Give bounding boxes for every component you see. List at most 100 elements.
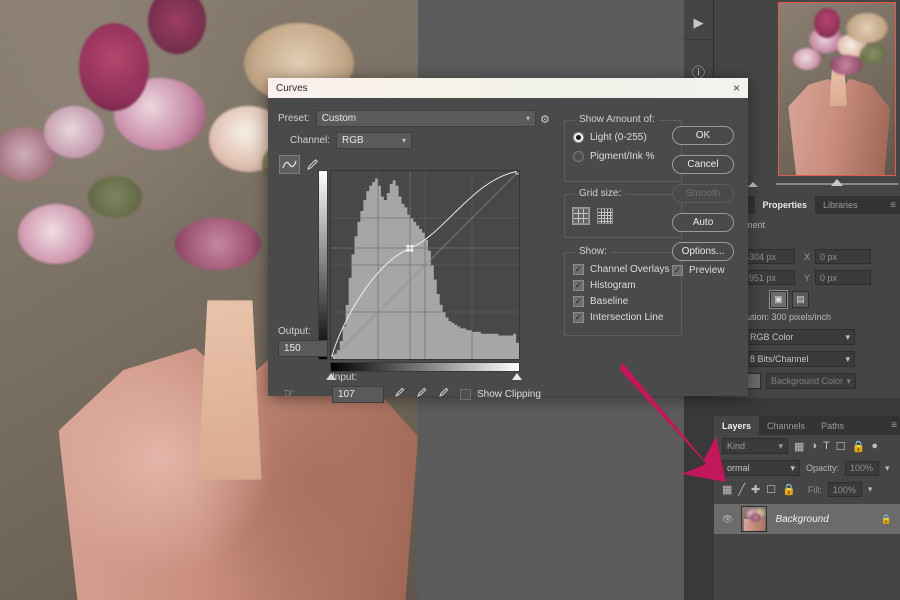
checkbox-channel-overlays[interactable]: ✓ Channel Overlays (573, 264, 681, 275)
navigator-zoom-slider[interactable] (748, 176, 900, 192)
navigator-thumbnail[interactable] (778, 2, 896, 176)
fill-type-select[interactable]: Background Color ▾ (766, 373, 856, 389)
output-field[interactable]: 150 (278, 340, 328, 357)
eyedropper-gray-point-icon[interactable] (416, 385, 428, 403)
grid-size-title: Grid size: (575, 188, 626, 199)
grid-fine-icon[interactable] (597, 208, 613, 224)
blend-mode-value: ormal (727, 463, 750, 473)
intersection-line (331, 171, 519, 359)
show-amount-group: Show Amount of: Light (0-255) Pigment/In… (564, 114, 682, 182)
layer-filter-row: Kind ▾ ▦ ◑ T ☐ 🔒 ● (714, 435, 900, 457)
tab-libraries[interactable]: Libraries (815, 196, 866, 214)
fill-field[interactable]: 100% (827, 482, 862, 497)
input-field[interactable]: 107 (332, 385, 384, 403)
lock-all-icon[interactable]: 🔒 (782, 483, 796, 496)
radio-pigment-icon (573, 151, 584, 162)
opacity-label: Opacity: (806, 463, 840, 473)
tab-channels[interactable]: Channels (759, 416, 813, 435)
radio-light-icon (573, 132, 584, 143)
grid-coarse-icon[interactable] (572, 207, 590, 225)
grid-size-group: Grid size: (564, 188, 682, 238)
show-clipping-checkbox[interactable]: ✓ (460, 388, 471, 400)
radio-light-label: Light (0-255) (590, 132, 647, 143)
layer-kind-filter[interactable]: Kind ▾ (722, 438, 788, 454)
checkbox-preview-icon: ✓ (672, 265, 683, 276)
zoom-slider-handle[interactable] (831, 179, 843, 186)
lock-artboard-icon[interactable]: ☐ (766, 483, 776, 496)
checkbox-channel-overlays-label: Channel Overlays (590, 264, 670, 275)
lock-fill-row: ▦ ╱ ✚ ☐ 🔒 Fill: 100% ▾ (714, 479, 900, 500)
landscape-orientation-icon[interactable]: ▤ (792, 291, 809, 308)
curve-tool-icon[interactable] (279, 155, 300, 174)
color-mode-value: RGB Color (750, 332, 794, 342)
close-icon[interactable]: × (733, 81, 740, 95)
x-label: X (803, 251, 810, 262)
radio-light[interactable]: Light (0-255) (573, 132, 673, 143)
eyedropper-black-point-icon[interactable] (394, 385, 406, 403)
pixel-filter-icon[interactable]: ▦ (794, 440, 804, 453)
radio-pigment[interactable]: Pigment/Ink % (573, 151, 673, 162)
dialog-titlebar: Curves × (268, 78, 748, 98)
lock-icon[interactable]: 🔒 (881, 514, 892, 525)
portrait-orientation-icon[interactable]: ▣ (769, 290, 788, 309)
channel-label: Channel: (290, 135, 331, 146)
smooth-button[interactable]: Smooth (672, 184, 734, 203)
type-filter-icon[interactable]: T (823, 440, 830, 452)
options-button[interactable]: Options... (672, 242, 734, 261)
ok-button[interactable]: OK (672, 126, 734, 145)
checkbox-histogram-icon: ✓ (573, 280, 584, 291)
channel-select[interactable]: RGB ▾ (336, 132, 413, 149)
curve-graph[interactable] (330, 170, 520, 360)
checkbox-intersection-line-icon: ✓ (573, 312, 584, 323)
table-row[interactable]: 👁 Background 🔒 (714, 504, 900, 534)
chevron-down-icon[interactable]: ▾ (885, 463, 890, 474)
curve-graph-canvas[interactable] (330, 170, 520, 360)
adjustment-filter-icon[interactable]: ◑ (810, 440, 817, 452)
checkbox-histogram[interactable]: ✓ Histogram (573, 280, 681, 291)
opacity-field[interactable]: 100% (845, 460, 880, 476)
curves-dialog[interactable]: Curves × Preset: Custom ▾ ⚙ Channel: RGB… (268, 78, 748, 403)
y-field[interactable]: 0 px (815, 270, 871, 285)
zoom-out-icon[interactable] (748, 181, 758, 187)
auto-button[interactable]: Auto (672, 213, 734, 232)
x-field[interactable]: 0 px (815, 249, 871, 264)
lock-image-icon[interactable]: ╱ (738, 483, 745, 496)
chevron-down-icon: ▾ (778, 440, 783, 451)
targeted-adjustment-icon[interactable]: ☞ (284, 386, 295, 400)
panel-menu-icon[interactable]: ≡ (890, 196, 900, 214)
lock-transparency-icon[interactable]: ▦ (722, 483, 732, 496)
tab-layers[interactable]: Layers (714, 416, 760, 435)
gear-icon[interactable]: ⚙ (540, 113, 550, 126)
cancel-button[interactable]: Cancel (672, 155, 734, 174)
checkbox-intersection-line[interactable]: ✓ Intersection Line (573, 312, 681, 323)
checkbox-histogram-label: Histogram (590, 280, 636, 291)
tab-paths[interactable]: Paths (813, 416, 852, 435)
checkbox-preview-label: Preview (689, 265, 725, 276)
layer-kind-label: Kind (727, 441, 746, 451)
checkbox-preview[interactable]: ✓ Preview (672, 265, 725, 276)
play-icon: ▶ (693, 15, 704, 30)
fill-label: Fill: (807, 484, 822, 495)
play-button[interactable]: ▶ (683, 6, 714, 40)
preset-select[interactable]: Custom ▾ (315, 110, 536, 127)
eyedropper-white-point-icon[interactable] (438, 385, 450, 403)
chevron-down-icon: ▾ (845, 331, 850, 342)
chevron-down-icon[interactable]: ▾ (868, 484, 873, 495)
white-point-slider[interactable] (512, 373, 522, 380)
shape-filter-icon[interactable]: ☐ (836, 440, 846, 453)
color-mode-select[interactable]: RGB Color ▾ (745, 329, 855, 345)
bit-depth-select[interactable]: 8 Bits/Channel ▾ (745, 351, 855, 367)
smart-object-filter-icon[interactable]: 🔒 (852, 440, 866, 453)
tab-properties[interactable]: Properties (754, 196, 816, 214)
eye-icon[interactable]: 👁 (722, 514, 733, 525)
checkbox-intersection-line-label: Intersection Line (590, 312, 664, 323)
checkbox-baseline[interactable]: ✓ Baseline (573, 296, 681, 307)
panel-menu-icon[interactable]: ≡ (891, 416, 900, 435)
chevron-down-icon: ▾ (402, 136, 407, 145)
layers-tab-bar: Layers Channels Paths ≡ (714, 416, 900, 435)
preset-label: Preset: (278, 113, 310, 124)
filter-toggle-icon[interactable]: ● (871, 440, 878, 452)
blend-mode-select[interactable]: ormal ▾ (722, 460, 800, 476)
lock-position-icon[interactable]: ✚ (751, 483, 760, 496)
input-label: Input: (332, 372, 358, 383)
